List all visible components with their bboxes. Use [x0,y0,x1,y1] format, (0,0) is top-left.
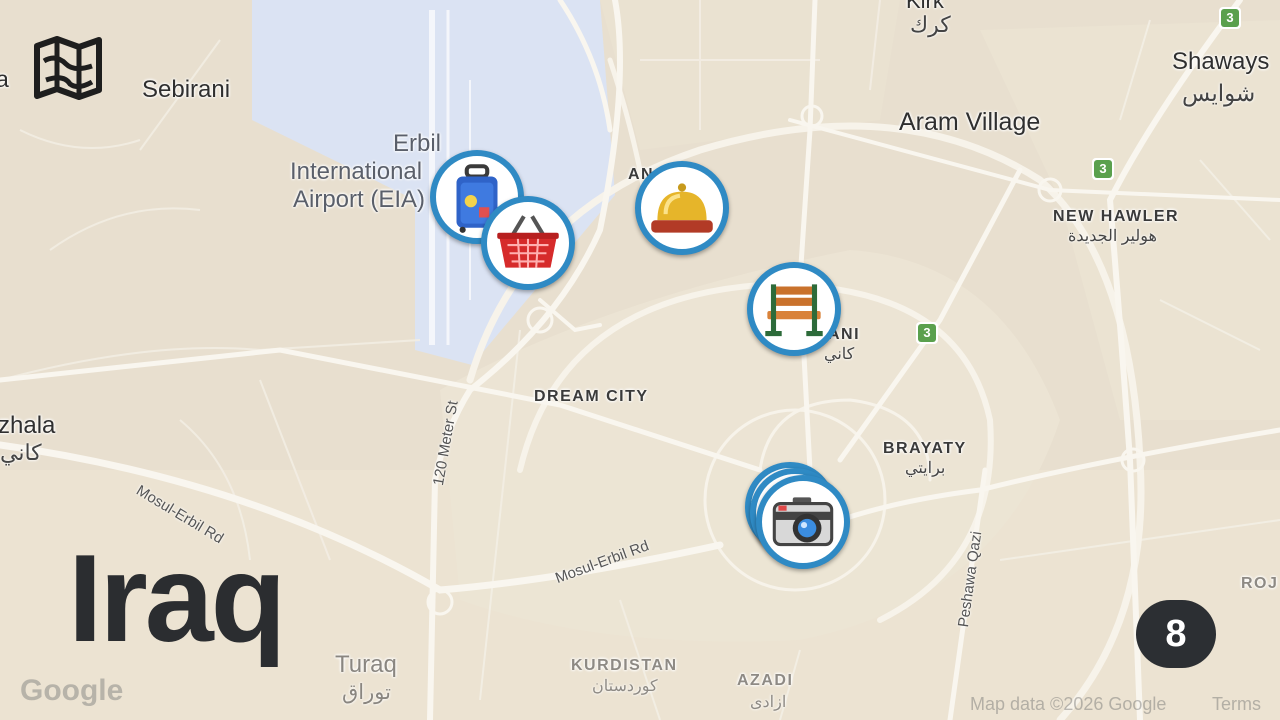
map-data-attribution: Map data ©2026 Google [970,694,1167,714]
place-label-zhala: zhala [0,412,56,439]
shopping-marker[interactable] [481,196,575,290]
place-label-airport-line1: Erbil [393,130,442,157]
park-bench-icon [765,284,823,337]
hotel-marker[interactable] [635,161,729,255]
park-marker[interactable] [747,262,841,356]
place-label-shaways: Shaways [1172,48,1270,75]
camera-icon [772,497,834,547]
place-label-aram-village: Aram Village [899,108,1041,136]
place-label-airport-line3: Airport (EIA) [293,186,426,213]
place-label-turaq: Turaq [335,651,397,678]
shopping-basket-icon [497,215,559,268]
place-label-azadi: AZADI [737,672,794,689]
place-label-new-hawler-ar: هولير الجديدة [1068,228,1157,245]
service-bell-icon [651,183,713,233]
sightseeing-marker[interactable] [756,475,850,569]
terms-link[interactable]: Terms [1212,694,1261,715]
place-label-zhala-ar: كاني [0,440,42,465]
place-label-qa: a [0,66,9,92]
place-label-brayaty: BRAYATY [883,440,967,457]
place-label-sebirani: Sebirani [142,76,231,103]
place-label-kani-ar: كاني [824,346,855,363]
place-label-kurdistan-ar: كوردستان [592,678,658,695]
place-label-brayaty-ar: برايتي [905,460,946,477]
place-label-kirk-ar: كرك [910,12,951,37]
map-view[interactable]: a Sebirani Erbil International Airport (… [0,0,1280,720]
place-label-airport-line2: International [290,158,423,185]
route-shield: 3 [1219,7,1241,29]
place-label-turaq-ar: توراق [342,681,391,704]
place-label-shaways-ar: شوايس [1182,80,1256,106]
folded-map-logo-icon[interactable] [34,36,102,100]
place-label-kurdistan: KURDISTAN [571,657,678,674]
place-label-roj: ROJ [1241,575,1279,592]
place-label-dream-city: DREAM CITY [534,388,649,405]
place-label-azadi-ar: ازادی [750,694,787,711]
route-shield: 3 [916,322,938,344]
country-title: Iraq [68,530,286,668]
marker-count-badge[interactable]: 8 [1136,600,1216,668]
place-label-new-hawler: NEW HAWLER [1053,208,1180,225]
google-logo: Google [20,674,124,707]
route-shield: 3 [1092,158,1114,180]
